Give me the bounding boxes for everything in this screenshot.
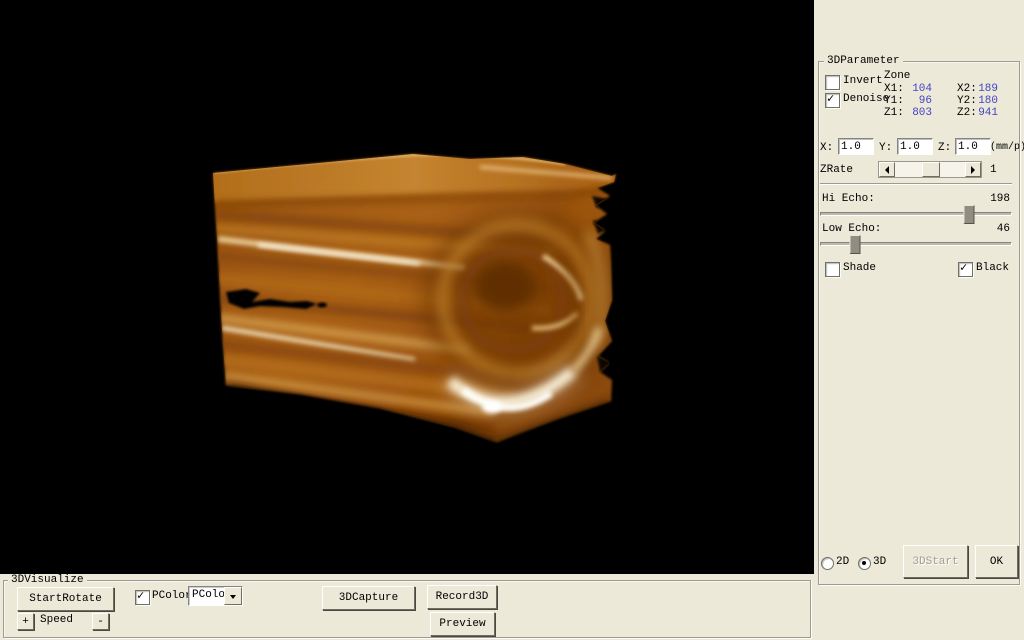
invert-checkbox[interactable] <box>825 75 840 90</box>
spacing-unit-label: (mm/p) <box>990 141 1024 154</box>
zrate-scroll-thumb[interactable] <box>922 162 940 177</box>
app-window: 3DParameter Invert Denoise Zone X1: 104 … <box>0 0 1024 640</box>
zone-z1-value: 803 <box>902 107 932 120</box>
low-echo-slider[interactable] <box>820 235 1012 253</box>
zrate-scroll-right-button[interactable] <box>965 162 981 177</box>
zrate-scroll-left-button[interactable] <box>879 162 895 177</box>
spacing-z-label: Z: <box>938 142 951 155</box>
pcolor-checkbox[interactable] <box>135 590 150 605</box>
capture-button[interactable]: 3DCapture <box>322 586 415 610</box>
zone-z1-label: Z1: <box>884 107 904 120</box>
speed-plus-button[interactable]: + <box>17 613 34 630</box>
spacing-x-input[interactable] <box>838 138 874 155</box>
spacing-x-label: X: <box>820 142 833 155</box>
invert-label: Invert <box>843 75 883 88</box>
spacing-z-input[interactable] <box>955 138 991 155</box>
parameter-group-title: 3DParameter <box>824 55 903 68</box>
mode-2d-radio[interactable] <box>821 557 834 570</box>
speed-label: Speed <box>40 614 73 627</box>
denoise-label: Denoise <box>843 93 889 106</box>
parameter-panel: 3DParameter Invert Denoise Zone X1: 104 … <box>814 0 1024 640</box>
visualize-panel: 3DVisualize StartRotate + Speed - PColor… <box>0 574 814 640</box>
black-checkbox[interactable] <box>958 262 973 277</box>
ok-button[interactable]: OK <box>975 545 1018 578</box>
black-label: Black <box>976 262 1009 275</box>
start3d-button[interactable]: 3DStart <box>903 545 968 578</box>
zrate-scrollbar[interactable] <box>878 161 982 178</box>
mode-3d-radio[interactable] <box>858 557 871 570</box>
visualize-group-title: 3DVisualize <box>8 574 87 587</box>
start-rotate-button[interactable]: StartRotate <box>17 587 114 611</box>
volume-render <box>0 0 814 574</box>
hi-echo-slider[interactable] <box>820 205 1012 223</box>
pcolor-label: PColor <box>152 590 192 603</box>
zone-z2-value: 941 <box>970 107 998 120</box>
spacing-y-label: Y: <box>879 142 892 155</box>
shade-label: Shade <box>843 262 876 275</box>
mode-3d-label: 3D <box>873 556 886 569</box>
low-echo-slider-thumb[interactable] <box>849 235 860 254</box>
hi-echo-slider-thumb[interactable] <box>964 205 975 224</box>
3d-viewport[interactable] <box>0 0 814 574</box>
shade-checkbox[interactable] <box>825 262 840 277</box>
pcolor-dropdown[interactable]: PColor <box>188 586 243 606</box>
speed-minus-button[interactable]: - <box>92 613 109 630</box>
zrate-label: ZRate <box>820 164 853 177</box>
mode-2d-label: 2D <box>836 556 849 569</box>
record-button[interactable]: Record3D <box>427 585 497 609</box>
scrollbar-right-arrow-icon <box>971 166 979 174</box>
preview-button[interactable]: Preview <box>430 612 495 636</box>
separator <box>820 183 1012 185</box>
pcolor-dropdown-button[interactable] <box>224 587 242 605</box>
dropdown-arrow-icon <box>230 595 236 602</box>
scrollbar-left-arrow-icon <box>881 166 889 174</box>
spacing-y-input[interactable] <box>897 138 933 155</box>
denoise-checkbox[interactable] <box>825 93 840 108</box>
zrate-value: 1 <box>990 164 997 177</box>
hi-echo-slider-track[interactable] <box>820 212 1012 216</box>
zone-title: Zone <box>884 70 910 83</box>
